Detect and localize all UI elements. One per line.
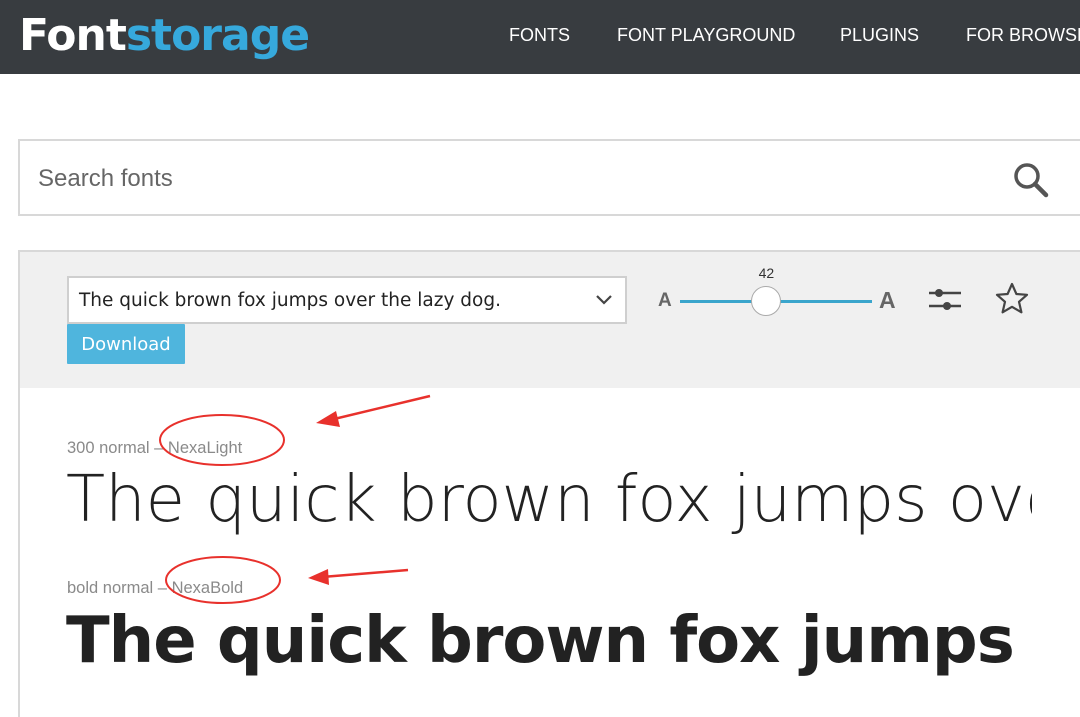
sample-text-select[interactable]: The quick brown fox jumps over the lazy … <box>67 276 627 324</box>
page: Fontstorage FONTS FONT PLAYGROUND PLUGIN… <box>0 0 1080 717</box>
top-header: Fontstorage FONTS FONT PLAYGROUND PLUGIN… <box>0 0 1080 74</box>
logo-text-primary: Font <box>19 10 127 61</box>
font-weight-style-label: bold normal <box>67 579 154 597</box>
nav-item-for-browsers[interactable]: FOR BROWSE <box>966 24 1080 46</box>
search-icon[interactable] <box>1012 161 1050 199</box>
font-preview-light[interactable]: The quick brown fox jumps over the lazy … <box>66 461 1032 539</box>
nav-item-fonts[interactable]: FONTS <box>509 24 570 46</box>
tune-settings-icon[interactable] <box>927 284 963 314</box>
font-size-min-label: A <box>658 290 672 311</box>
nav-item-plugins[interactable]: PLUGINS <box>840 24 919 46</box>
star-favorite-icon[interactable] <box>994 281 1030 317</box>
search-input[interactable] <box>36 141 940 216</box>
nav-item-font-playground[interactable]: FONT PLAYGROUND <box>617 24 795 46</box>
font-name-label[interactable]: NexaLight <box>168 439 242 457</box>
search-bar <box>18 139 1080 216</box>
font-size-max-label: A <box>879 287 896 313</box>
font-preview-bold[interactable]: The quick brown fox jumps over the lazy … <box>66 601 1032 681</box>
site-logo[interactable]: Fontstorage <box>19 6 310 66</box>
logo-text-accent: storage <box>125 10 310 61</box>
chevron-down-icon <box>596 295 612 305</box>
font-size-value: 42 <box>758 265 775 281</box>
font-entry-bold-meta: bold normal – NexaBold <box>67 579 244 597</box>
sample-text-value: The quick brown fox jumps over the lazy … <box>79 290 501 311</box>
font-weight-style-label: 300 normal <box>67 439 150 457</box>
download-button[interactable]: Download <box>67 324 185 364</box>
font-entry-light-meta: 300 normal – NexaLight <box>67 439 243 457</box>
font-name-label[interactable]: NexaBold <box>172 579 244 597</box>
